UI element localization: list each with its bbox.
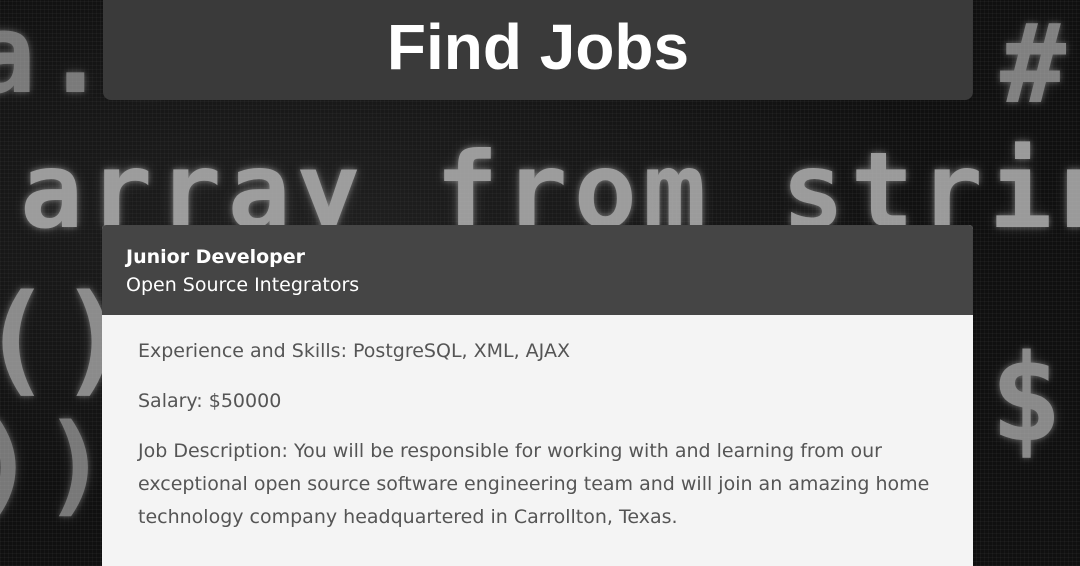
job-salary-label: Salary:	[138, 390, 203, 412]
job-card-header: Junior Developer Open Source Integrators	[102, 225, 973, 315]
background-code-line: $(a	[990, 330, 1080, 469]
page-title: Find Jobs	[386, 11, 690, 83]
job-salary: Salary: $50000	[138, 385, 937, 418]
job-company: Open Source Integrators	[126, 274, 360, 296]
page-header: Find Jobs	[103, 0, 973, 100]
job-skills-value: PostgreSQL, XML, AJAX	[353, 340, 570, 362]
job-description: Job Description: You will be responsible…	[138, 435, 937, 534]
job-skills-label: Experience and Skills:	[138, 340, 347, 362]
job-description-label: Job Description:	[138, 440, 288, 462]
job-card-body: Experience and Skills: PostgreSQL, XML, …	[102, 315, 973, 534]
background-code-line: #	[1000, 0, 1073, 128]
job-salary-value: $50000	[208, 390, 282, 412]
job-title: Junior Developer	[126, 246, 306, 268]
background-code-line: ))	[0, 400, 115, 528]
job-card[interactable]: Junior Developer Open Source Integrators…	[102, 225, 973, 566]
job-skills: Experience and Skills: PostgreSQL, XML, …	[138, 335, 937, 368]
